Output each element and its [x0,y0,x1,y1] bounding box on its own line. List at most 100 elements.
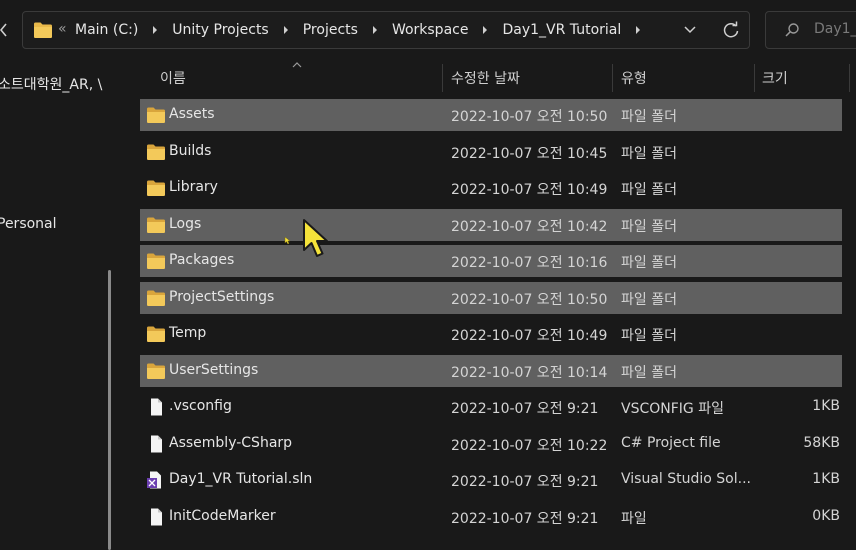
file-row[interactable]: Assembly-CSharp 2022-10-07 오전 10:22 C# Pro… [140,428,842,460]
file-row[interactable]: InitCodeMarker 2022-10-07 오전 9:21 파일 0KB [140,501,842,533]
folder-icon [146,362,166,380]
navigation-pane: 소트대학원_AR, \ Personal [0,62,120,550]
file-type: 파일 폴더 [621,255,677,271]
file-date: 2022-10-07 오전 10:49 [451,328,608,344]
breadcrumb: Main (C:) Unity Projects Projects Worksp… [75,12,655,48]
breadcrumb-item[interactable]: Main (C:) [75,22,138,38]
file-name: Day1_VR Tutorial.sln [169,471,313,487]
file-name: .vsconfig [169,398,232,414]
file-type: 파일 폴더 [621,109,677,125]
file-type: C# Project file [621,434,721,451]
file-row[interactable]: Library 2022-10-07 오전 10:49 파일 폴더 [140,172,842,204]
chevron-right-icon[interactable] [631,23,645,37]
file-row[interactable]: Builds 2022-10-07 오전 10:45 파일 폴더 [140,136,842,168]
file-date: 2022-10-07 오전 10:42 [451,218,608,235]
chevron-right-icon[interactable] [148,23,162,37]
column-divider[interactable] [612,64,613,92]
file-date: 2022-10-07 오전 9:21 [451,401,599,417]
file-icon [146,435,166,453]
visual-studio-solution-icon [146,471,166,489]
file-name: Assets [169,106,215,122]
sort-ascending-icon [292,62,302,68]
file-type: 파일 [621,510,647,527]
file-size: 1KB [812,471,840,487]
file-row[interactable]: Logs 2022-10-07 오전 10:42 파일 폴더 [140,208,842,241]
address-bar[interactable]: « Main (C:) Unity Projects Projects Work… [22,11,750,49]
file-icon [146,508,166,526]
folder-icon [146,325,166,343]
chevron-right-icon[interactable] [279,23,293,37]
column-header-date[interactable]: 수정한 날짜 [451,68,520,88]
file-name: Temp [169,325,207,341]
column-header: 이름 수정한 날짜 유형 크기 [122,62,856,92]
file-date: 2022-10-07 오전 10:16 [451,255,608,271]
file-name: UserSettings [169,361,259,378]
cursor-shadow-icon [284,236,291,245]
file-name: Builds [169,142,212,159]
file-row[interactable]: Assets 2022-10-07 오전 10:50 파일 폴더 [140,99,842,131]
column-divider[interactable] [849,64,850,92]
column-header-name[interactable]: 이름 [160,68,186,88]
file-row[interactable]: .vsconfig 2022-10-07 오전 9:21 VSCONFIG 파일 1K… [140,391,842,423]
file-list: 이름 수정한 날짜 유형 크기 Assets 2022-10-07 오전 10:5… [122,62,856,550]
column-divider[interactable] [442,64,443,92]
file-name: Packages [169,252,235,268]
mouse-cursor-icon [303,219,328,257]
file-date: 2022-10-07 오전 10:50 [451,291,608,308]
file-row[interactable]: UserSettings 2022-10-07 오전 10:14 파일 폴더 [140,354,842,387]
chevron-left-icon[interactable] [0,20,10,40]
chevron-right-icon[interactable] [478,23,492,37]
folder-icon [146,289,166,307]
file-type: Visual Studio Sol... [621,471,751,487]
folder-icon [34,22,52,38]
breadcrumb-item[interactable]: Projects [303,22,358,38]
file-name: Library [169,179,218,195]
chevron-right-icon[interactable] [368,23,382,37]
column-header-size[interactable]: 크기 [762,68,788,88]
search-box[interactable]: Day1_ [765,11,856,49]
address-toolbar: « Main (C:) Unity Projects Projects Work… [0,0,856,62]
search-placeholder: Day1_ [814,21,856,37]
file-name: Assembly-CSharp [169,434,293,451]
folder-icon [146,216,166,234]
file-size: 1KB [812,398,840,414]
file-type: VSCONFIG 파일 [621,401,724,417]
file-row[interactable]: Temp 2022-10-07 오전 10:49 파일 폴더 [140,318,842,350]
sidebar-item[interactable]: Personal [0,216,57,232]
file-type: 파일 폴더 [621,145,677,162]
breadcrumb-item[interactable]: Day1_VR Tutorial [502,22,621,38]
folder-icon [146,252,166,270]
folder-icon [146,106,166,124]
breadcrumb-overflow[interactable]: « [58,21,67,37]
file-date: 2022-10-07 오전 10:50 [451,109,608,125]
file-date: 2022-10-07 오전 10:45 [451,145,608,162]
refresh-icon[interactable] [721,20,741,40]
sidebar-item[interactable]: 소트대학원_AR, \ [0,74,102,94]
file-date: 2022-10-07 오전 10:49 [451,182,608,198]
file-date: 2022-10-07 오전 9:21 [451,474,599,490]
file-type: 파일 폴더 [621,182,677,198]
search-icon [785,23,799,37]
chevron-down-icon[interactable] [683,24,697,36]
file-row[interactable]: Day1_VR Tutorial.sln 2022-10-07 오전 9:21 Vi… [140,464,842,496]
file-type: 파일 폴더 [621,218,677,235]
file-icon [146,398,166,416]
file-name: ProjectSettings [169,288,275,305]
sidebar-scrollbar[interactable] [108,270,111,550]
column-divider[interactable] [754,64,755,92]
folder-icon [146,143,166,161]
file-type: 파일 폴더 [621,328,677,344]
folder-icon [146,179,166,197]
breadcrumb-item[interactable]: Workspace [392,22,469,38]
file-size: 58KB [803,434,840,451]
file-row[interactable]: Packages 2022-10-07 오전 10:16 파일 폴더 [140,245,842,277]
file-date: 2022-10-07 오전 10:22 [451,437,608,454]
file-name: Logs [169,215,202,232]
file-date: 2022-10-07 오전 9:21 [451,510,599,527]
column-header-type[interactable]: 유형 [621,68,647,88]
file-type: 파일 폴더 [621,291,677,308]
file-name: InitCodeMarker [169,507,276,524]
file-row[interactable]: ProjectSettings 2022-10-07 오전 10:50 파일 폴더 [140,281,842,314]
breadcrumb-item[interactable]: Unity Projects [172,22,268,38]
file-type: 파일 폴더 [621,364,677,381]
